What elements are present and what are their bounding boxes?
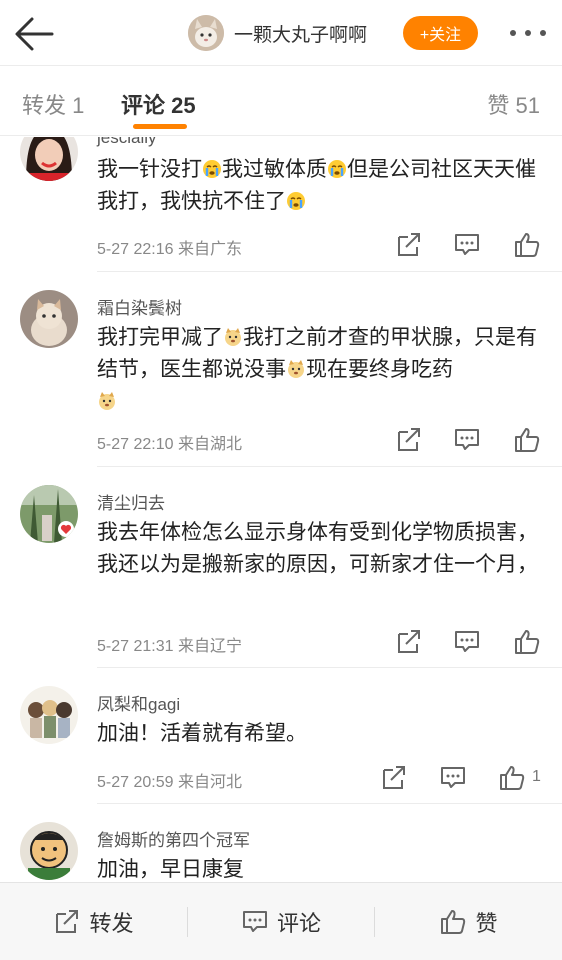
- comment-icon: [242, 911, 267, 932]
- comment-meta: 5-27 21:31 来自辽宁: [97, 632, 242, 656]
- share-icon[interactable]: [394, 628, 424, 656]
- comment-icon[interactable]: [452, 231, 482, 259]
- divider: [97, 271, 562, 272]
- top-bar: 一颗大丸子啊啊 +关注: [0, 0, 562, 66]
- comment-time: 5-27 22:10: [97, 436, 174, 453]
- commenter-avatar[interactable]: [20, 485, 78, 543]
- commenter-name[interactable]: 詹姆斯的第四个冠军: [97, 826, 250, 851]
- like-count: 1: [532, 768, 541, 785]
- commenter-avatar[interactable]: [20, 822, 78, 880]
- comment-icon[interactable]: [438, 764, 468, 792]
- crying-emoji-icon: [327, 159, 347, 179]
- crying-emoji-icon: [286, 191, 306, 211]
- bottom-action-bar: 转发 评论 赞: [0, 882, 562, 960]
- comment-text-part: 现在要终身吃药: [306, 358, 453, 381]
- comment-meta: 5-27 20:59 来自河北: [97, 768, 242, 792]
- comment-location: 来自湖北: [177, 436, 242, 453]
- like-icon[interactable]: [512, 231, 542, 259]
- follow-button[interactable]: +关注: [403, 16, 478, 50]
- comment-text-part: 我打完甲减了: [97, 326, 223, 349]
- author-info[interactable]: 一颗大丸子啊啊: [188, 14, 367, 52]
- like-icon[interactable]: [497, 764, 527, 792]
- back-arrow-icon[interactable]: [12, 14, 56, 54]
- share-icon[interactable]: [394, 231, 424, 259]
- commenter-name[interactable]: jescialiy: [97, 137, 157, 148]
- comment-label: 评论: [276, 911, 321, 936]
- divider: [97, 667, 562, 668]
- comment-time: 5-27 20:59: [97, 774, 174, 791]
- dog-emoji-icon: [288, 360, 304, 378]
- comment-text-part: 我一针没打: [97, 158, 202, 181]
- comment-time: 5-27 22:16: [97, 241, 174, 258]
- commenter-name[interactable]: 凤梨和gagi: [97, 690, 180, 715]
- tab-bar: 转发 1 评论 25 赞 51: [0, 66, 562, 136]
- more-options-icon[interactable]: [506, 22, 550, 44]
- comment-icon[interactable]: [452, 426, 482, 454]
- author-name[interactable]: 一颗大丸子啊啊: [234, 20, 367, 47]
- comment-location: 来自广东: [177, 241, 242, 258]
- comment-list: jescialiy 我一针没打 我过敏体质 但是公司社区天天催我打，我快抗不住了 5…: [0, 137, 562, 882]
- like-label: 赞: [475, 911, 498, 936]
- comment-text: 我去年体检怎么显示身体有受到化学物质损害，我还以为是搬新家的原因，可新家才住一个…: [97, 521, 538, 576]
- commenter-avatar[interactable]: [20, 290, 78, 348]
- like-icon[interactable]: [512, 628, 542, 656]
- comment-text: 我一针没打 我过敏体质 但是公司社区天天催我打，我快抗不住了: [97, 154, 547, 218]
- share-icon[interactable]: [394, 426, 424, 454]
- divider: [97, 466, 562, 467]
- author-avatar[interactable]: [188, 15, 224, 51]
- active-tab-indicator: [133, 124, 187, 129]
- tab-like[interactable]: 赞 51: [487, 88, 540, 120]
- like-button[interactable]: 赞: [375, 883, 562, 960]
- comment-location: 来自辽宁: [177, 638, 242, 655]
- tab-repost[interactable]: 转发 1: [22, 88, 84, 120]
- repost-label: 转发: [89, 911, 134, 936]
- comment-location: 来自河北: [177, 774, 242, 791]
- comment-icon[interactable]: [452, 628, 482, 656]
- comment-meta: 5-27 22:10 来自湖北: [97, 430, 242, 454]
- comment-time: 5-27 21:31: [97, 638, 174, 655]
- commenter-name[interactable]: 清尘归去: [97, 489, 165, 514]
- crying-emoji-icon: [202, 159, 222, 179]
- comment-button[interactable]: 评论: [188, 883, 374, 960]
- comment-text: 加油，早日康复: [97, 858, 244, 881]
- dog-emoji-icon: [225, 328, 241, 346]
- commenter-avatar[interactable]: [20, 137, 78, 181]
- like-icon[interactable]: [512, 426, 542, 454]
- divider: [97, 803, 562, 804]
- dog-emoji-icon: [99, 392, 115, 410]
- repost-button[interactable]: 转发: [0, 883, 187, 960]
- commenter-name[interactable]: 霜白染鬓树: [97, 294, 182, 319]
- like-icon: [441, 910, 466, 934]
- comment-text-part: 我过敏体质: [222, 158, 327, 181]
- share-icon: [56, 910, 79, 933]
- comment-meta: 5-27 22:16 来自广东: [97, 235, 242, 259]
- commenter-avatar[interactable]: [20, 686, 78, 744]
- comment-text: 加油！活着就有希望。: [97, 722, 307, 745]
- comment-text: 我打完甲减了 我打之前才查的甲状腺，只是有结节，医生都说没事 现在要终身吃药: [97, 322, 547, 418]
- share-icon[interactable]: [379, 764, 409, 792]
